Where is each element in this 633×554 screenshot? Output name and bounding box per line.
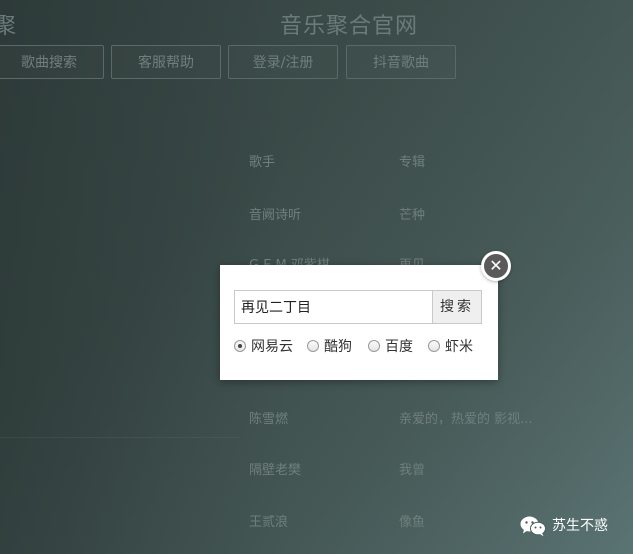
radio-checked-icon[interactable] [234,340,246,352]
column-header-singer: 歌手 [249,155,276,170]
close-dialog-button[interactable]: ✕ [481,251,511,281]
nav-customer-help[interactable]: 客服帮助 [111,45,221,79]
column-header-album: 专辑 [399,155,426,170]
song-list-header: 歌手 专辑 [249,145,609,175]
search-input[interactable] [234,290,432,324]
nav-song-search[interactable]: 歌曲搜索 [0,45,104,79]
radio-label: 百度 [385,339,413,355]
nav-login-register[interactable]: 登录/注册 [228,45,338,79]
song-singer: 王贰浪 [249,515,289,530]
radio-label: 虾米 [445,339,473,355]
song-row[interactable]: 音阙诗听 芒种 [249,198,609,228]
site-title: 音乐聚合官网 [280,14,419,39]
divider [0,437,240,438]
search-dialog: 搜索 网易云 酷狗 百度 虾米 [220,265,498,380]
song-album: 我曾 [399,463,426,478]
source-radio-group: 网易云 酷狗 百度 虾米 [234,337,494,357]
song-album: 亲爱的，热爱的 影视... [399,412,533,427]
song-row[interactable]: 陈雪燃 亲爱的，热爱的 影视... [249,402,609,432]
watermark-text: 苏生不惑 [552,518,608,534]
search-button[interactable]: 搜索 [432,290,482,324]
close-icon[interactable]: ✕ [484,254,508,278]
radio-unchecked-icon[interactable] [428,340,440,352]
song-singer: 音阙诗听 [249,208,302,223]
nav-douyin-songs[interactable]: 抖音歌曲 [346,45,456,79]
partial-title: 聚 [0,14,17,39]
wechat-icon [520,516,546,537]
song-album: 像鱼 [399,515,426,530]
radio-unchecked-icon[interactable] [368,340,380,352]
radio-unchecked-icon[interactable] [307,340,319,352]
song-album: 芒种 [399,208,426,223]
song-row[interactable]: 隔壁老樊 我曾 [249,453,609,483]
radio-label: 网易云 [251,339,293,355]
radio-label: 酷狗 [324,339,352,355]
song-singer: 陈雪燃 [249,412,289,427]
song-singer: 隔壁老樊 [249,463,302,478]
